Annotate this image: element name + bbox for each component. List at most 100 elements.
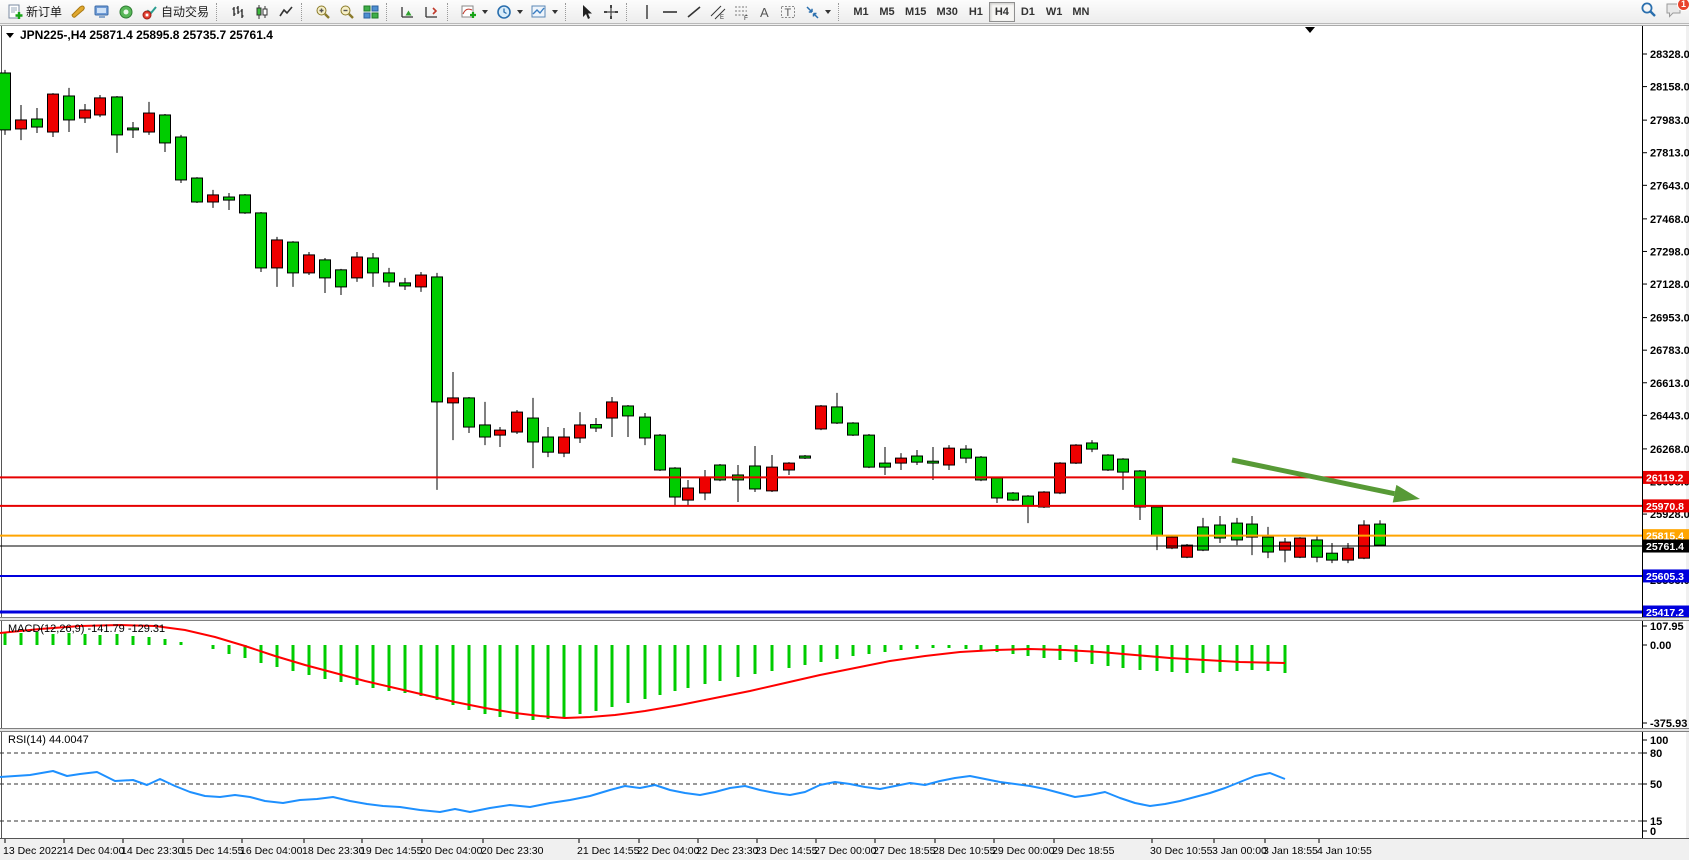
mt4-terminal-window: 新订单 自动交易 [0,0,1689,860]
chart-shift-button[interactable] [420,1,444,22]
bar-chart-button[interactable] [226,1,250,22]
time-tick-label: 3 Jan 00:00 [1212,845,1267,857]
tile-windows-button[interactable] [359,1,383,22]
auto-trading-button[interactable]: 自动交易 [138,1,213,22]
bull-candle [176,137,187,180]
time-tick-label: 21 Dec 14:55 [577,845,640,857]
chevron-down-icon [552,10,558,14]
text-label-icon: T [780,4,796,20]
time-tick-label: 14 Dec 23:30 [121,845,184,857]
bull-candle [32,119,43,127]
timeframe-button-m30[interactable]: M30 [931,2,962,22]
bull-candle [1023,496,1034,506]
bear-candle [352,257,363,278]
vertical-line-button[interactable] [636,1,658,22]
bull-candle [1263,537,1274,552]
templates-dropdown[interactable] [527,1,562,22]
svg-text:T: T [785,7,792,19]
timeframe-button-h1[interactable]: H1 [963,2,989,22]
bull-candle [832,407,843,423]
bear-candle [304,255,315,273]
price-tick-label: 26443.0 [1650,410,1689,422]
bull-candle [1327,553,1338,560]
svg-text:F: F [744,15,748,20]
bull-candle [670,468,681,497]
clock-icon [496,4,512,20]
bear-candle [512,412,523,432]
toolbar-right: 1 [1640,0,1683,24]
timeframe-button-h4[interactable]: H4 [989,2,1015,22]
price-tick-label: 26953.0 [1650,313,1689,325]
timeframe-button-d1[interactable]: D1 [1015,2,1041,22]
arrows-dropdown[interactable] [800,1,835,22]
rsi-indicator-label: RSI(14) 44.0047 [8,734,89,746]
zoom-in-button[interactable] [311,1,335,22]
candlestick-chart-button[interactable] [250,1,274,22]
bear-candle [1359,525,1370,558]
svg-text:A: A [760,5,769,20]
macd-indicator-label: MACD(12,26,9) -141.79 -129.31 [8,623,165,635]
indicators-dropdown[interactable] [457,1,492,22]
bull-candle [912,456,923,462]
notifications-button[interactable]: 1 [1665,2,1683,23]
chart-surface: 28328.028158.027983.027813.027643.027468… [0,0,1689,860]
bull-candle [880,463,891,467]
bull-candle [1232,523,1243,540]
bear-candle [272,240,283,268]
terminal-button[interactable] [90,1,114,22]
bar-chart-icon [230,4,246,20]
zoom-out-button[interactable] [335,1,359,22]
price-badge-26119.2: 26119.2 [1646,472,1684,484]
bull-candle [336,270,347,287]
timeframe-button-w1[interactable]: W1 [1041,2,1068,22]
bear-candle [700,477,711,493]
toolbar-separator [838,3,845,21]
bear-candle [1295,538,1306,557]
fibonacci-icon: F [734,4,750,20]
trendline-icon [686,4,702,20]
trendline-button[interactable] [682,1,706,22]
time-tick-label: 30 Dec 10:55 [1150,845,1213,857]
bull-candle [655,435,666,470]
bull-candle [368,258,379,273]
toolbar-group-zoom [310,0,384,24]
toolbar-separator [301,3,308,21]
rsi-tick-label: 100 [1650,735,1668,747]
news-button[interactable] [114,1,138,22]
time-tick-label: 18 Dec 23:30 [302,845,365,857]
bear-candle [575,425,586,438]
auto-trading-icon [142,4,158,20]
search-icon[interactable] [1640,1,1657,23]
timeframe-button-m5[interactable]: M5 [874,2,900,22]
toolbar-separator [386,3,393,21]
fibonacci-button[interactable]: F [730,1,754,22]
text-label-button[interactable]: T [776,1,800,22]
crosshair-button[interactable] [599,1,623,22]
new-order-button[interactable]: 新订单 [3,1,66,22]
toolbar-separator [216,3,223,21]
bull-candle [1312,540,1323,557]
equidistant-channel-button[interactable]: E [706,1,730,22]
price-tick-label: 27468.0 [1650,214,1689,226]
main-toolbar: 新订单 自动交易 [0,0,1689,24]
bear-candle [784,463,795,470]
text-button[interactable]: A [754,1,776,22]
bull-candle [256,213,267,268]
horizontal-line-button[interactable] [658,1,682,22]
chart-shift-icon [424,4,440,20]
auto-scroll-button[interactable] [396,1,420,22]
bull-candle [928,461,939,463]
bear-candle [559,437,570,453]
macd-tick-label: 107.95 [1650,621,1684,633]
timeframe-button-mn[interactable]: MN [1067,2,1094,22]
cursor-button[interactable] [575,1,599,22]
timeframe-button-m1[interactable]: M1 [848,2,874,22]
history-center-button[interactable] [66,1,90,22]
timeframe-button-m15[interactable]: M15 [900,2,931,22]
bull-candle [992,478,1003,498]
text-a-icon: A [758,4,772,20]
bull-candle [1103,455,1114,470]
line-chart-button[interactable] [274,1,298,22]
bear-candle [144,113,155,132]
periods-dropdown[interactable] [492,1,527,22]
